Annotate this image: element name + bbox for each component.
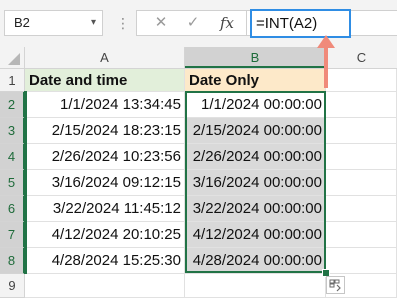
cell-b9[interactable] xyxy=(185,274,326,298)
cell-a4[interactable]: 2/26/2024 10:23:56 xyxy=(25,144,185,170)
cell-c1[interactable] xyxy=(326,69,397,92)
row-header-6[interactable]: 6 xyxy=(0,196,25,222)
enter-icon[interactable]: ✓ xyxy=(183,11,203,35)
name-box[interactable]: B2 ▾ xyxy=(4,10,103,36)
row-header-1[interactable]: 1 xyxy=(0,69,25,92)
cell-b3[interactable]: 2/15/2024 00:00:00 xyxy=(185,118,326,144)
row-header-5[interactable]: 5 xyxy=(0,170,25,196)
row-header-4[interactable]: 4 xyxy=(0,144,25,170)
formula-buttons: ✕ ✓ fx xyxy=(136,10,247,36)
insert-function-icon[interactable]: fx xyxy=(217,11,237,35)
formula-bar-area: B2 ▾ ⋮ ✕ ✓ fx =INT(A2) xyxy=(0,0,397,47)
row-header-2[interactable]: 2 xyxy=(0,92,25,118)
column-header-c[interactable]: C xyxy=(326,47,397,68)
row-selection-indicator xyxy=(24,91,27,274)
formula-text[interactable]: =INT(A2) xyxy=(250,9,351,38)
select-all-button[interactable] xyxy=(0,47,25,68)
quick-analysis-icon xyxy=(329,279,341,292)
row-header-3[interactable]: 3 xyxy=(0,118,25,144)
column-header-b[interactable]: B xyxy=(185,47,326,68)
row-header-8[interactable]: 8 xyxy=(0,248,25,274)
cell-a3[interactable]: 2/15/2024 18:23:15 xyxy=(25,118,185,144)
cell-a8[interactable]: 4/28/2024 15:25:30 xyxy=(25,248,185,274)
cell-a1-header[interactable]: Date and time xyxy=(25,69,185,92)
name-box-value: B2 xyxy=(14,15,30,30)
column-header-row: A B C xyxy=(0,47,397,69)
cell-b1-header[interactable]: Date Only xyxy=(185,69,326,92)
cell-a7[interactable]: 4/12/2024 20:10:25 xyxy=(25,222,185,248)
cell-c8[interactable] xyxy=(326,248,397,274)
cell-c6[interactable] xyxy=(326,196,397,222)
cancel-icon[interactable]: ✕ xyxy=(151,11,171,35)
cell-b2[interactable]: 1/1/2024 00:00:00 xyxy=(185,92,326,118)
row-header-9[interactable]: 9 xyxy=(0,274,25,298)
cell-c4[interactable] xyxy=(326,144,397,170)
cell-a6[interactable]: 3/22/2024 11:45:12 xyxy=(25,196,185,222)
chevron-down-icon[interactable]: ▾ xyxy=(91,11,96,35)
cell-a2[interactable]: 1/1/2024 13:34:45 xyxy=(25,92,185,118)
cell-a9[interactable] xyxy=(25,274,185,298)
formula-bar-grip-icon[interactable]: ⋮ xyxy=(116,14,130,32)
cell-b5[interactable]: 3/16/2024 00:00:00 xyxy=(185,170,326,196)
cell-a5[interactable]: 3/16/2024 09:12:15 xyxy=(25,170,185,196)
quick-analysis-button[interactable] xyxy=(326,276,345,294)
cell-b6[interactable]: 3/22/2024 00:00:00 xyxy=(185,196,326,222)
cell-b8[interactable]: 4/28/2024 00:00:00 xyxy=(185,248,326,274)
cell-c2[interactable] xyxy=(326,92,397,118)
cell-c5[interactable] xyxy=(326,170,397,196)
row-header-7[interactable]: 7 xyxy=(0,222,25,248)
cell-b7[interactable]: 4/12/2024 00:00:00 xyxy=(185,222,326,248)
cell-b4[interactable]: 2/26/2024 00:00:00 xyxy=(185,144,326,170)
select-all-triangle-icon xyxy=(8,53,20,65)
cell-c7[interactable] xyxy=(326,222,397,248)
column-header-a[interactable]: A xyxy=(25,47,185,68)
annotation-arrow-head xyxy=(317,35,335,48)
cell-c3[interactable] xyxy=(326,118,397,144)
